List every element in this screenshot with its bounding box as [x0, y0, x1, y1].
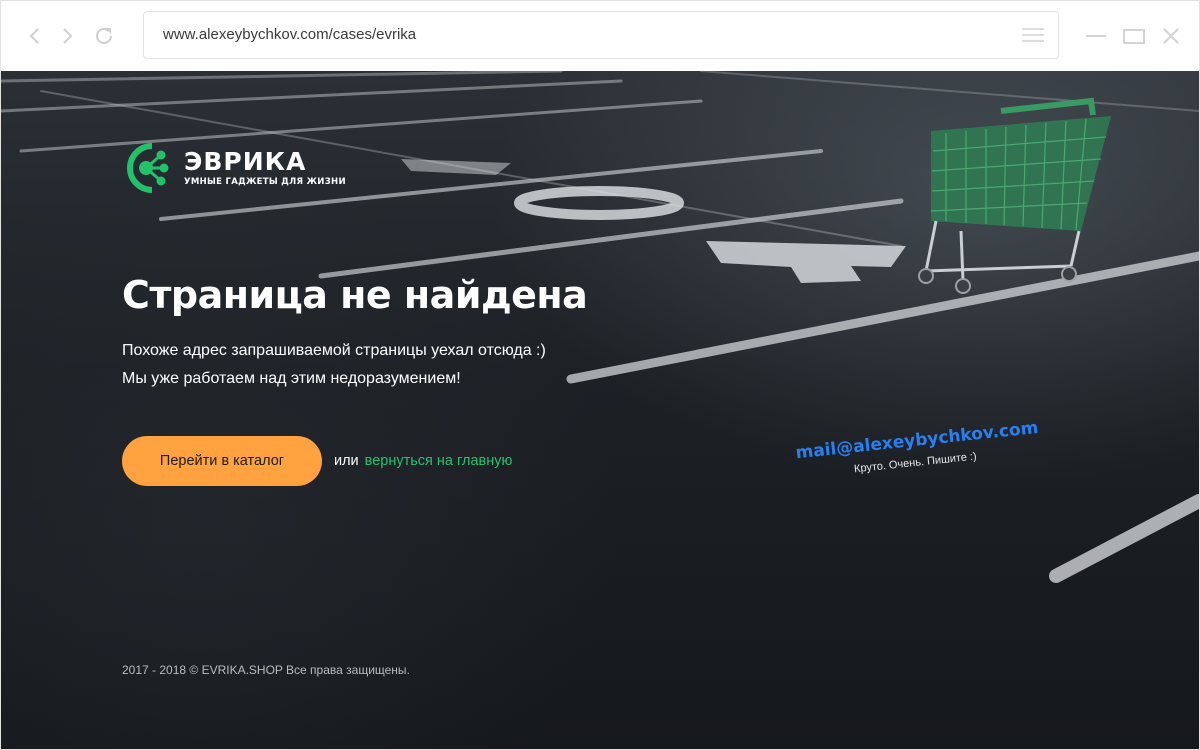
hamburger-menu-icon[interactable]	[1022, 27, 1044, 43]
shopping-cart-illustration	[918, 97, 1111, 294]
minimize-icon	[1086, 35, 1106, 37]
or-text: или	[334, 453, 359, 469]
brand-logo[interactable]: ЭВРИКА УМНЫЕ ГАДЖЕТЫ ДЛЯ ЖИЗНИ	[122, 139, 346, 197]
logo-name: ЭВРИКА	[184, 147, 307, 176]
page-title: Страница не найдена	[122, 273, 588, 317]
url-text[interactable]: www.alexeybychkov.com/cases/evrika	[163, 12, 416, 58]
description-line-1: Похоже адрес запрашиваемой страницы уеха…	[122, 342, 546, 359]
go-to-catalog-button[interactable]: Перейти в каталог	[122, 436, 322, 486]
cta-row: Перейти в каталог или вернуться на главн…	[122, 436, 512, 486]
maximize-icon	[1123, 29, 1145, 44]
error-page: ЭВРИКА УМНЫЕ ГАДЖЕТЫ ДЛЯ ЖИЗНИ Страница …	[1, 71, 1199, 749]
footer-copyright: 2017 - 2018 © EVRIKA.SHOP Все права защи…	[122, 663, 410, 677]
back-to-home-link[interactable]: вернуться на главную	[365, 453, 513, 469]
logo-text: ЭВРИКА УМНЫЕ ГАДЖЕТЫ ДЛЯ ЖИЗНИ	[184, 148, 346, 188]
address-bar[interactable]: www.alexeybychkov.com/cases/evrika	[143, 11, 1059, 59]
description-line-2: Мы уже работаем над этим недоразумением!	[122, 370, 461, 387]
reload-icon	[96, 27, 112, 44]
back-button[interactable]	[22, 23, 48, 49]
minimize-button[interactable]	[1083, 23, 1109, 49]
chevron-right-icon	[63, 28, 73, 44]
logo-tagline: УМНЫЕ ГАДЖЕТЫ ДЛЯ ЖИЗНИ	[184, 177, 346, 187]
reload-button[interactable]	[91, 23, 117, 49]
browser-window: www.alexeybychkov.com/cases/evrika ЭВРИК…	[0, 0, 1200, 750]
chevron-left-icon	[29, 28, 39, 44]
close-button[interactable]	[1158, 23, 1184, 49]
close-icon	[1163, 28, 1179, 44]
browser-toolbar: www.alexeybychkov.com/cases/evrika	[1, 1, 1199, 72]
molecule-logo-icon	[127, 143, 169, 193]
forward-button[interactable]	[54, 23, 80, 49]
maximize-button[interactable]	[1121, 23, 1147, 49]
error-description: Похоже адрес запрашиваемой страницы уеха…	[122, 337, 546, 393]
